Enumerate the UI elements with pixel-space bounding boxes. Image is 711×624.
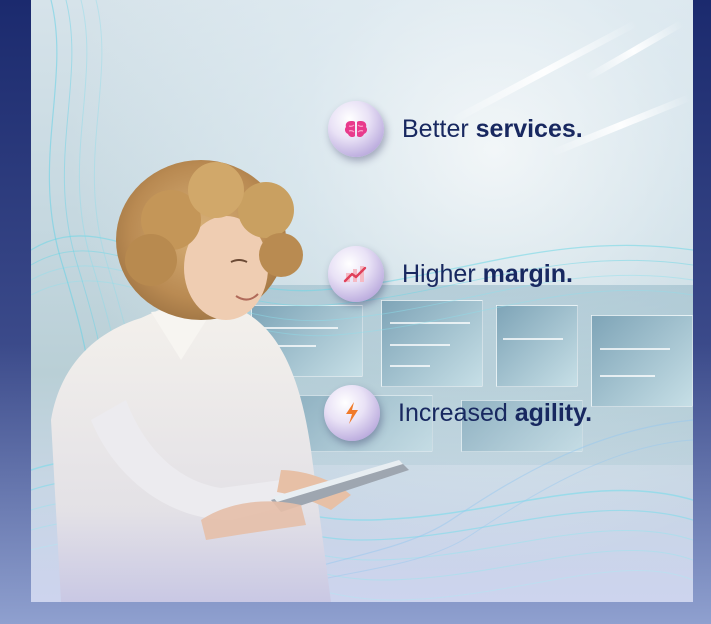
- feature-text: Better services.: [402, 115, 583, 144]
- feature-text-bold: margin.: [482, 259, 573, 288]
- feature-better-services: Better services.: [328, 101, 583, 157]
- feature-increased-agility: Increased agility.: [324, 385, 592, 441]
- hero-image-frame: Better services. Higher margin. Increase…: [31, 0, 693, 602]
- feature-text-regular: Better: [402, 114, 469, 143]
- trend-chart-icon: [328, 246, 384, 302]
- feature-text-bold: agility.: [514, 398, 593, 427]
- feature-text-regular: Increased: [398, 398, 508, 427]
- feature-text-regular: Higher: [402, 259, 476, 288]
- feature-text: Increased agility.: [398, 399, 592, 428]
- feature-higher-margin: Higher margin.: [328, 246, 573, 302]
- feature-text-bold: services.: [475, 114, 583, 143]
- lightning-bolt-icon: [324, 385, 380, 441]
- brain-icon: [328, 101, 384, 157]
- feature-text: Higher margin.: [402, 260, 573, 289]
